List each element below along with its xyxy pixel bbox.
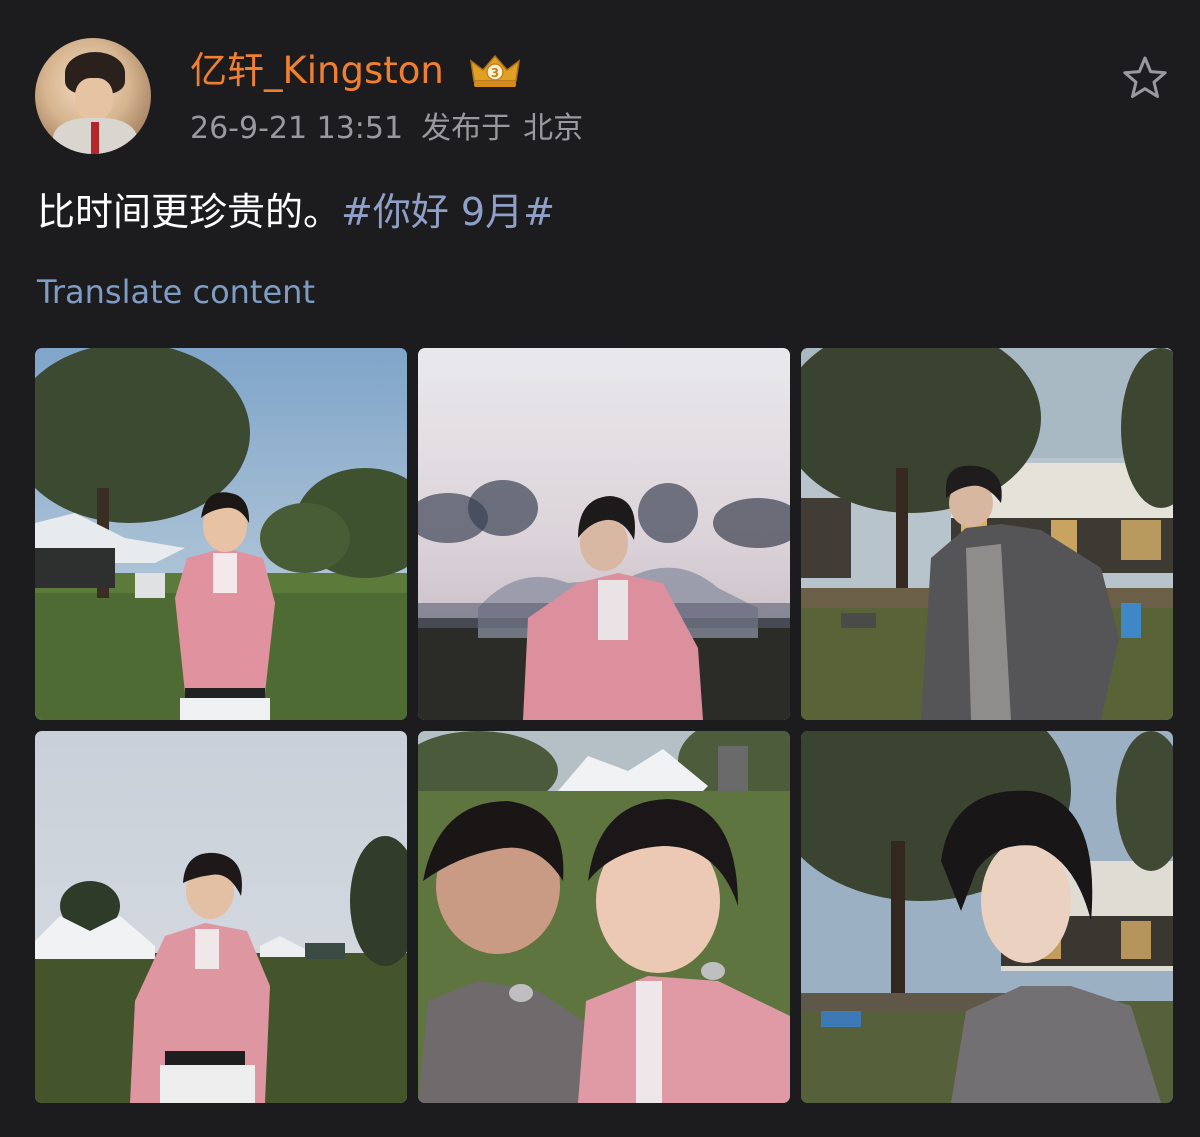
photo-5[interactable] bbox=[418, 731, 790, 1103]
translate-content-link[interactable]: Translate content bbox=[37, 270, 315, 314]
crown-badge-icon[interactable]: 3 bbox=[468, 51, 522, 91]
photo-grid bbox=[35, 348, 1173, 1104]
published-label: 发布于 bbox=[421, 111, 512, 146]
avatar-face bbox=[75, 78, 113, 122]
photo-1[interactable] bbox=[35, 348, 407, 720]
svg-text:3: 3 bbox=[491, 66, 499, 80]
photo-6[interactable] bbox=[801, 731, 1173, 1103]
user-avatar[interactable] bbox=[35, 38, 151, 154]
photo-3[interactable] bbox=[801, 348, 1173, 720]
weibo-post: 亿轩_Kingston 3 26-9-21 13:51 发布于 北京 比时间更珍贵的… bbox=[0, 0, 1200, 1137]
photo-4[interactable] bbox=[35, 731, 407, 1103]
post-body: 比时间更珍贵的。 bbox=[37, 190, 342, 234]
star-icon[interactable] bbox=[1120, 54, 1170, 102]
username-link[interactable]: 亿轩_Kingston bbox=[190, 48, 444, 94]
post-date: 26-9-21 13:51 bbox=[190, 111, 404, 146]
post-location: 北京 bbox=[523, 111, 584, 146]
avatar-tie bbox=[91, 122, 99, 154]
photo-2[interactable] bbox=[418, 348, 790, 720]
post-text: 比时间更珍贵的。#你好 9月# bbox=[37, 186, 555, 238]
hashtag-link[interactable]: #你好 9月# bbox=[341, 190, 555, 234]
post-meta: 26-9-21 13:51 发布于 北京 bbox=[190, 108, 583, 150]
